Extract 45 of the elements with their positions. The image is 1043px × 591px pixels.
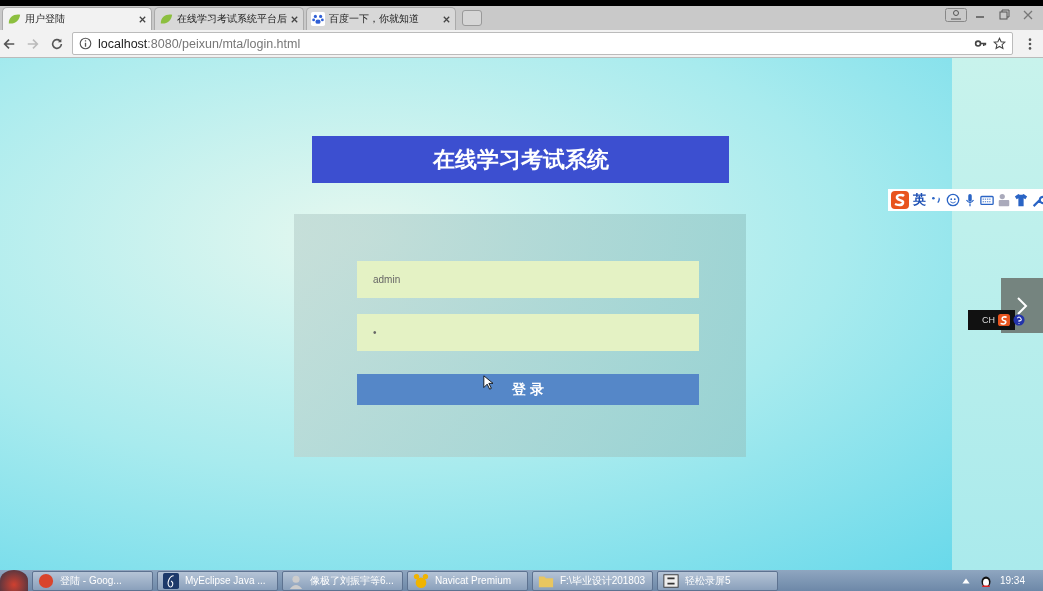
taskbar-label: Navicat Premium [435, 575, 512, 586]
url-text: localhost:8080/peixun/mta/login.html [98, 36, 302, 51]
close-icon[interactable] [138, 14, 147, 24]
ime-mode[interactable]: 英 [913, 191, 926, 209]
back-icon[interactable] [2, 36, 16, 51]
taskbar-label: 轻松录屏5 [685, 573, 731, 588]
tab-title: 百度一下，你就知道 [329, 12, 420, 26]
taskbar-label: MyEclipse Java ... [185, 575, 266, 586]
clock: 19:34 [999, 575, 1025, 586]
reload-icon[interactable] [50, 36, 64, 51]
browser-icon [38, 572, 54, 589]
taskbar-label: 登陆 - Goog... [60, 573, 122, 588]
leaf-icon [159, 12, 173, 26]
wrench-icon[interactable] [1031, 193, 1043, 207]
s-logo-icon[interactable] [998, 314, 1010, 326]
chevron-right-icon [1016, 295, 1028, 316]
taskbar-label: F:\毕业设计201803 [560, 573, 646, 588]
password-field[interactable]: • [357, 314, 699, 351]
tab-title: 用户登陆 [25, 12, 66, 26]
shirt-icon[interactable] [1014, 193, 1028, 207]
menu-icon[interactable] [1027, 36, 1033, 51]
username-field[interactable]: admin [357, 261, 699, 298]
browser-tab[interactable]: 在线学习考试系统平台后 [154, 7, 304, 30]
close-icon[interactable] [290, 14, 299, 24]
leaf-icon [7, 12, 21, 26]
taskbar-label: 像极了刘振宇等6... [310, 573, 394, 588]
key-icon[interactable] [974, 37, 987, 50]
browser-tab[interactable]: 用户登陆 [2, 7, 152, 30]
login-button[interactable]: 登 录 [357, 374, 699, 405]
help-icon[interactable] [1013, 314, 1025, 326]
start-button[interactable] [0, 570, 28, 591]
browser-tab[interactable]: 百度一下，你就知道 [306, 7, 456, 30]
language-code[interactable]: CH [982, 315, 995, 325]
keyboard-icon[interactable] [980, 193, 994, 207]
paw-icon [311, 12, 325, 26]
cursor-icon [483, 375, 493, 390]
close-icon[interactable] [442, 14, 451, 24]
tab-title: 在线学习考试系统平台后 [177, 12, 286, 26]
star-icon[interactable] [993, 37, 1006, 50]
smiley-icon[interactable] [946, 193, 960, 207]
info-icon [79, 37, 92, 50]
address-field[interactable]: localhost:8080/peixun/mta/login.html [72, 32, 1013, 55]
system-title: 在线学习考试系统 [312, 136, 729, 183]
microphone-icon[interactable] [963, 193, 977, 207]
user-icon[interactable] [945, 8, 967, 22]
